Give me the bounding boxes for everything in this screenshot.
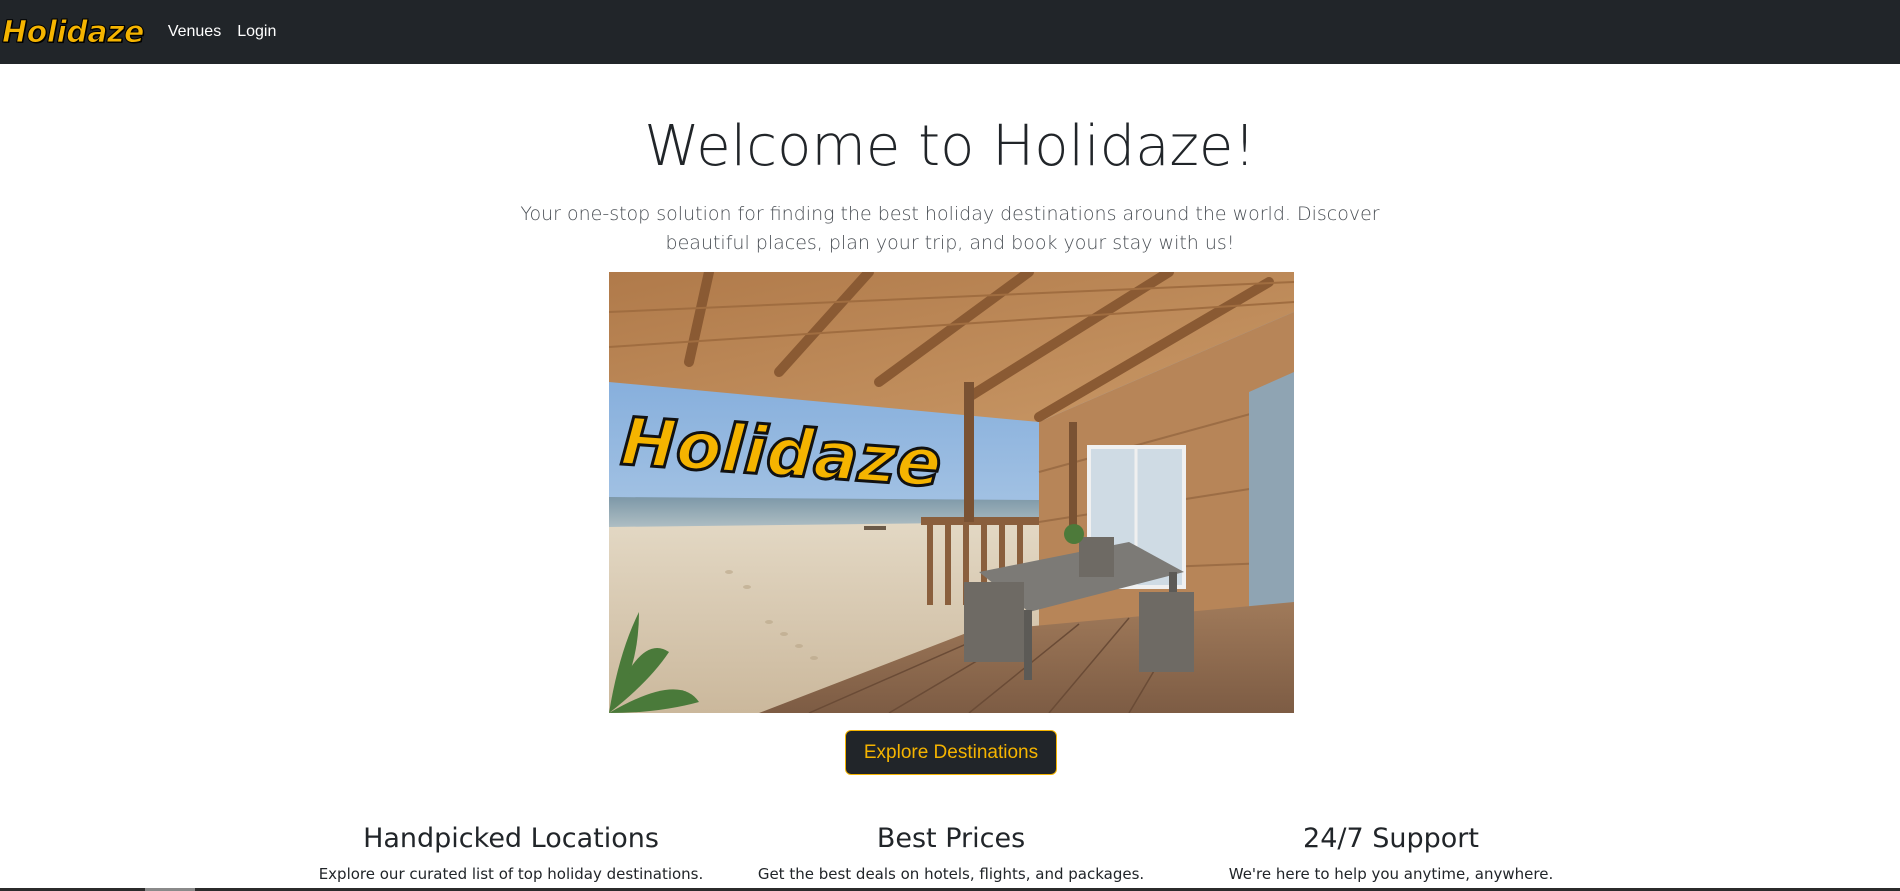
- feature-title: Handpicked Locations: [363, 823, 659, 854]
- brand-logo: Holidaze: [2, 14, 145, 50]
- nav-link-venues[interactable]: Venues: [168, 23, 221, 41]
- feature-text: Explore our curated list of top holiday …: [318, 865, 704, 883]
- feature-support: 24/7 Support We're here to help you anyt…: [1181, 820, 1601, 884]
- hero-image: Holidaze: [609, 272, 1294, 713]
- feature-handpicked: Handpicked Locations Explore our curated…: [301, 820, 721, 884]
- feature-text: Get the best deals on hotels, flights, a…: [757, 865, 1145, 883]
- hero-description: Your one-stop solution for finding the b…: [520, 203, 1380, 254]
- feature-title: Best Prices: [876, 823, 1026, 854]
- feature-text: We're here to help you anytime, anywhere…: [1228, 865, 1554, 883]
- brand-logo-link[interactable]: Holidaze: [0, 0, 145, 64]
- feature-best-prices: Best Prices Get the best deals on hotels…: [741, 820, 1161, 884]
- top-navbar: Holidaze Venues Login: [0, 0, 1900, 64]
- explore-destinations-button[interactable]: Explore Destinations: [845, 730, 1057, 775]
- page-title: Welcome to Holidaze!: [644, 114, 1256, 179]
- feature-title: 24/7 Support: [1303, 823, 1479, 854]
- nav-link-login[interactable]: Login: [237, 23, 276, 41]
